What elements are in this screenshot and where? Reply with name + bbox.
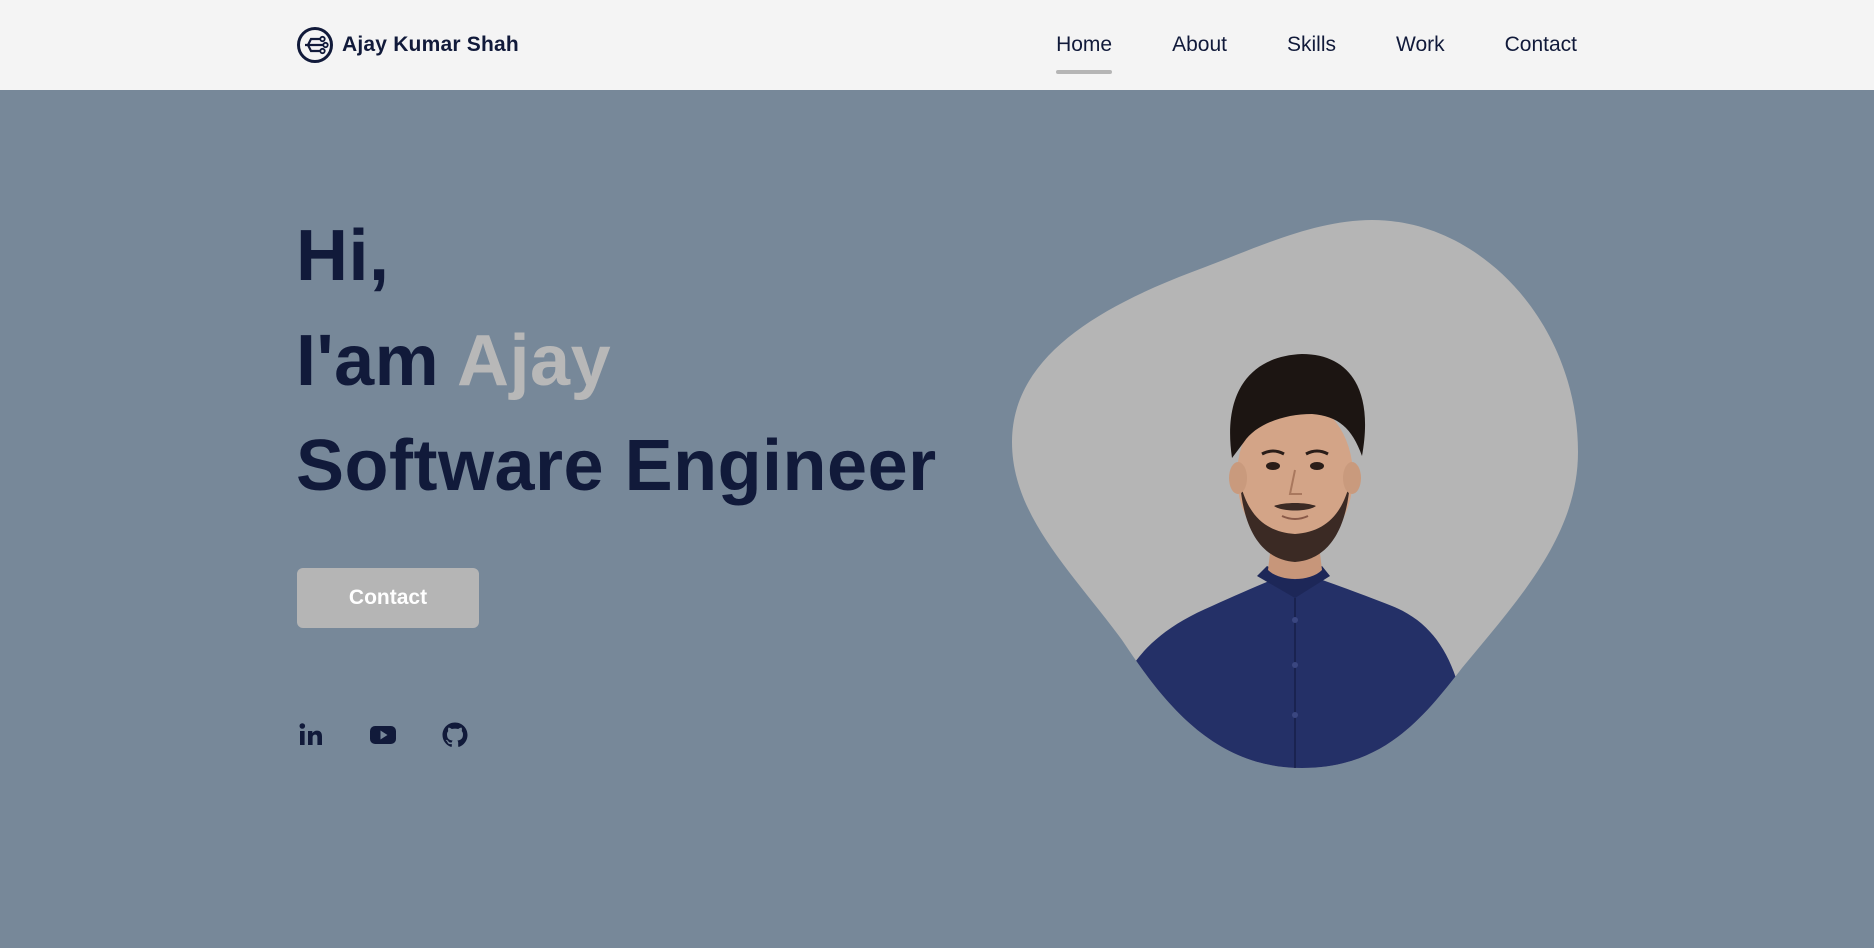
- nav-item-home[interactable]: Home: [1056, 33, 1113, 74]
- nav-item-contact[interactable]: Contact: [1505, 33, 1577, 57]
- intro-name: Ajay: [457, 321, 612, 401]
- linkedin-link[interactable]: [296, 720, 326, 750]
- youtube-icon: [370, 726, 396, 744]
- youtube-link[interactable]: [368, 720, 398, 750]
- nav-item-skills[interactable]: Skills: [1287, 33, 1336, 57]
- profile-photo: [1012, 220, 1578, 768]
- nav-item-about[interactable]: About: [1172, 33, 1227, 57]
- greeting-heading: Hi,: [296, 216, 390, 296]
- contact-button[interactable]: Contact: [297, 568, 479, 628]
- site-header: Ajay Kumar Shah Home About Skills Work C…: [0, 0, 1874, 90]
- role-heading: Software Engineer: [296, 426, 937, 506]
- social-links: [296, 720, 470, 750]
- intro-heading: I'am Ajay: [296, 325, 611, 397]
- logo[interactable]: Ajay Kumar Shah: [296, 26, 519, 64]
- linkedin-icon: [299, 723, 322, 745]
- intro-prefix: I'am: [296, 321, 458, 401]
- logo-text: Ajay Kumar Shah: [342, 33, 519, 56]
- github-link[interactable]: [440, 720, 470, 750]
- hero-section: Hi, I'am Ajay Software Engineer Contact: [0, 90, 1874, 948]
- github-icon: [442, 722, 468, 747]
- main-nav: Home About Skills Work Contact: [1056, 0, 1577, 90]
- nav-item-work[interactable]: Work: [1396, 33, 1445, 57]
- circuit-logo-icon: [297, 27, 333, 63]
